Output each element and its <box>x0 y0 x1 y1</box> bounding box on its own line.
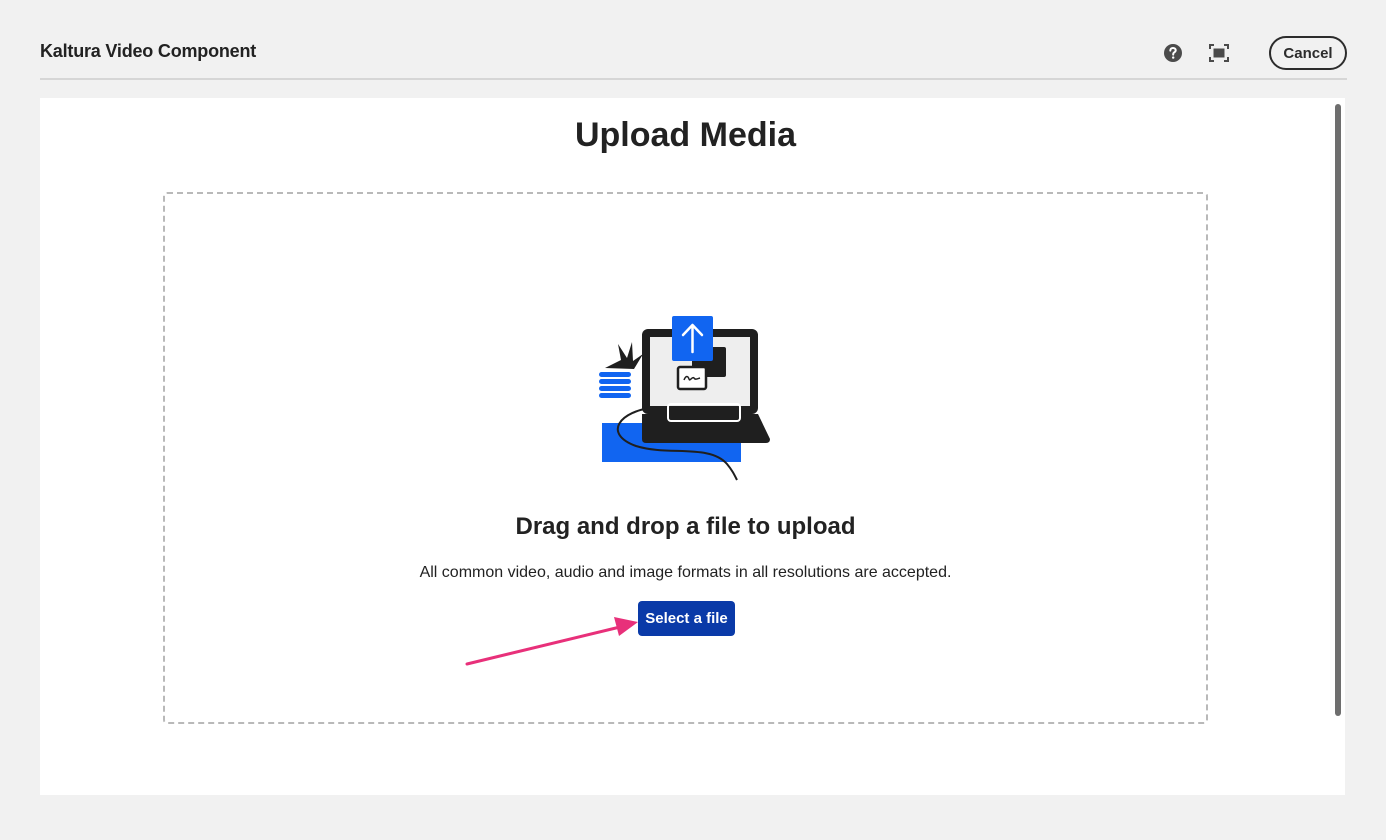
drop-heading: Drag and drop a file to upload <box>515 513 856 540</box>
page-title: Upload Media <box>574 116 797 154</box>
plant-pot <box>599 342 643 398</box>
header-actions: Cancel <box>1159 35 1347 71</box>
drop-zone[interactable]: Drag and drop a file to upload All commo… <box>163 192 1208 724</box>
cancel-button[interactable]: Cancel <box>1269 36 1347 70</box>
dialog-header: Kaltura Video Component Cancel <box>40 28 1347 80</box>
scrollbar[interactable] <box>1331 98 1345 795</box>
fullscreen-icon[interactable] <box>1205 39 1233 67</box>
laptop-upload-illustration <box>599 316 770 481</box>
scrollbar-thumb[interactable] <box>1335 104 1341 716</box>
upload-panel: Upload Media Drag and drop a file to upl… <box>40 98 1331 795</box>
dialog-title: Kaltura Video Component <box>40 41 257 61</box>
drop-description: All common video, audio and image format… <box>419 564 952 581</box>
help-icon[interactable] <box>1159 39 1187 67</box>
select-file-button[interactable]: Select a file <box>638 601 735 636</box>
